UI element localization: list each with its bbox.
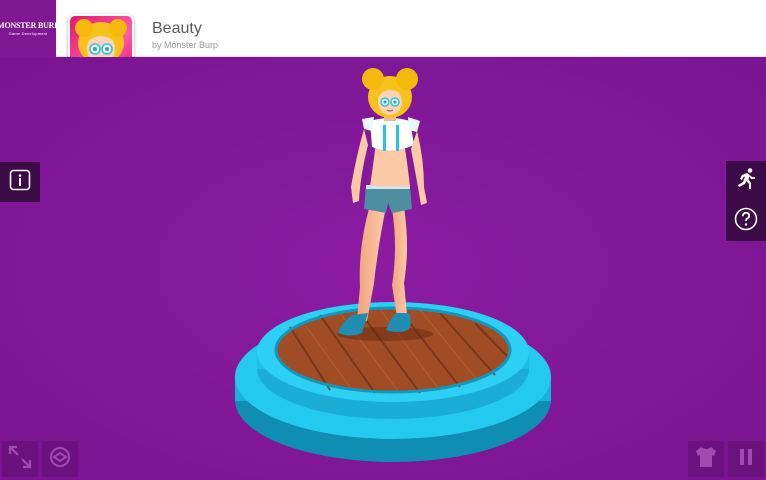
brand-name: MONSTER BURP xyxy=(0,21,59,30)
info-icon xyxy=(9,169,31,196)
right-toolbar xyxy=(726,161,766,241)
info-button[interactable] xyxy=(0,162,40,202)
help-question-icon xyxy=(734,207,758,236)
scene-canvas[interactable] xyxy=(0,57,766,480)
vr-button[interactable] xyxy=(42,441,78,477)
pause-button[interactable] xyxy=(728,441,764,477)
app-author[interactable]: by Monster Burp xyxy=(152,40,218,50)
brand-tagline: Game Development xyxy=(8,31,48,36)
fullscreen-button[interactable] xyxy=(2,441,38,477)
help-button[interactable] xyxy=(726,201,766,241)
fullscreen-expand-icon xyxy=(7,444,33,475)
model-viewer[interactable] xyxy=(0,57,766,480)
shirt-icon xyxy=(693,444,719,475)
app-header: MONSTER BURP Game Development Beauty by … xyxy=(0,0,766,80)
app-title: Beauty xyxy=(152,20,202,37)
vr-cardboard-icon xyxy=(47,444,73,475)
outfit-button[interactable] xyxy=(688,441,724,477)
pause-icon xyxy=(734,445,758,474)
animation-button[interactable] xyxy=(726,161,766,201)
running-figure-icon xyxy=(734,167,758,196)
brand-logo[interactable]: MONSTER BURP Game Development xyxy=(0,0,59,57)
